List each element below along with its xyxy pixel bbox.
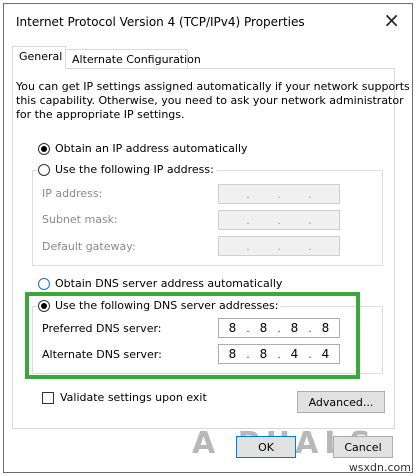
default-gateway-input[interactable]: . . . [218, 236, 340, 256]
site-watermark: wsxdn.com [348, 461, 411, 474]
description-line: for the appropriate IP settings. [16, 108, 185, 121]
obtain-ip-auto-label: Obtain an IP address automatically [55, 142, 248, 155]
ip-address-input[interactable]: . . . [218, 184, 340, 204]
subnet-mask-input[interactable]: . . . [218, 210, 340, 230]
validate-settings-label: Validate settings upon exit [60, 391, 207, 404]
obtain-dns-auto-option[interactable]: Obtain DNS server address automatically [38, 277, 282, 290]
use-following-ip-option[interactable]: Use the following IP address: [38, 163, 217, 176]
alternate-dns-label: Alternate DNS server: [42, 348, 162, 361]
subnet-mask-label: Subnet mask: [42, 213, 118, 226]
use-following-dns-option[interactable]: Use the following DNS server addresses: [38, 299, 282, 312]
close-icon[interactable]: × [383, 9, 400, 31]
description-text: You can get IP settings assigned automat… [16, 80, 410, 122]
dialog-title: Internet Protocol Version 4 (TCP/IPv4) P… [16, 15, 305, 29]
obtain-dns-auto-label: Obtain DNS server address automatically [55, 277, 283, 290]
use-following-ip-radio[interactable] [38, 163, 50, 176]
description-line: You can get IP settings assigned automat… [16, 80, 410, 93]
use-following-dns-radio[interactable] [38, 299, 50, 312]
cancel-button[interactable]: Cancel [333, 436, 393, 458]
use-following-dns-label: Use the following DNS server addresses: [55, 299, 279, 312]
alternate-dns-input[interactable]: 8. 8. 4. 4 [218, 344, 340, 364]
description-line: this capability. Otherwise, you need to … [16, 94, 404, 107]
preferred-dns-input[interactable]: 8. 8. 8. 8 [218, 318, 340, 338]
tab-alternate-configuration[interactable]: Alternate Configuration [65, 49, 201, 69]
obtain-ip-auto-option[interactable]: Obtain an IP address automatically [38, 142, 248, 155]
title-bar: Internet Protocol Version 4 (TCP/IPv4) P… [4, 4, 412, 38]
validate-settings-checkbox[interactable] [42, 391, 54, 404]
preferred-dns-label: Preferred DNS server: [42, 322, 162, 335]
use-following-ip-label: Use the following IP address: [55, 163, 214, 176]
ok-button[interactable]: OK [236, 436, 296, 458]
tab-general[interactable]: General [12, 46, 66, 69]
obtain-dns-auto-radio[interactable] [38, 277, 50, 290]
ip-address-label: IP address: [42, 187, 103, 200]
obtain-ip-auto-radio[interactable] [38, 142, 50, 155]
validate-settings-option[interactable]: Validate settings upon exit [42, 391, 207, 404]
advanced-button[interactable]: Advanced... [297, 391, 385, 413]
default-gateway-label: Default gateway: [42, 240, 136, 253]
